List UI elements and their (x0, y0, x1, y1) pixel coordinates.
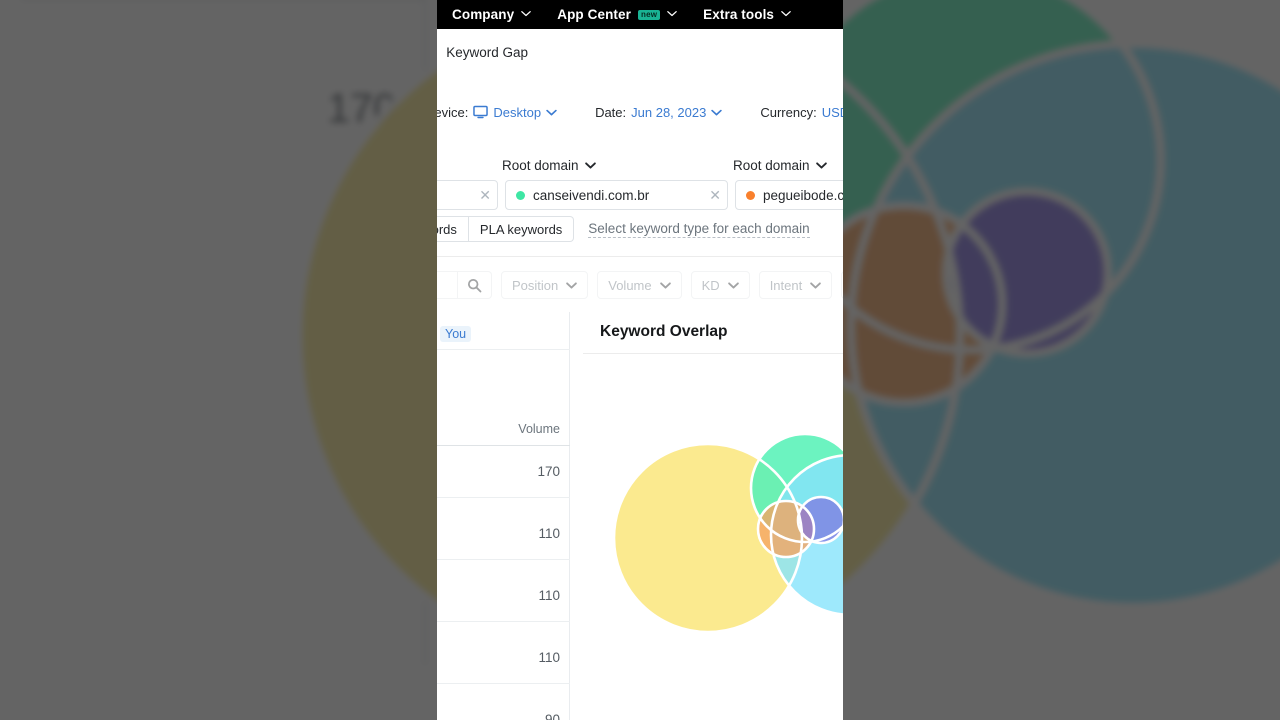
currency-selector[interactable]: Currency: USD (760, 105, 843, 120)
table-row: 170 (537, 464, 560, 479)
root-domain-selector-1[interactable]: Root domain (502, 158, 596, 173)
table-row: 110 (538, 588, 560, 603)
tab-organic-keywords[interactable]: keywords (437, 216, 469, 242)
chevron-down-icon (781, 10, 791, 20)
root-domain-label-1: Root domain (502, 158, 579, 173)
date-selector[interactable]: Date: Jun 28, 2023 (595, 104, 723, 120)
chevron-down-icon (521, 10, 532, 20)
domain-selector-row: Root domain Root domain .br ✕ canseivend… (437, 152, 843, 212)
screenshot-stage: Position Volume KD Intent (0, 0, 1280, 720)
chevron-down-icon (667, 10, 677, 20)
chevron-down-icon (584, 162, 596, 169)
tab-organic-keywords-label: keywords (437, 221, 457, 237)
domain-color-dot-green (516, 190, 525, 200)
domain-input-1[interactable]: canseivendi.com.br ✕ (505, 180, 728, 210)
keyword-type-hint[interactable]: Select keyword type for each domain (588, 220, 810, 238)
domain-color-dot-orange (746, 190, 755, 200)
chevron-down-icon (566, 281, 578, 289)
chevron-down-icon (815, 162, 827, 169)
domain-input-1-value: canseivendi.com.br (533, 187, 650, 203)
filter-kd[interactable]: KD (690, 271, 750, 299)
nav-item-app-center-label: App Center (557, 7, 631, 22)
breadcrumb: iew › Keyword Gap (437, 29, 843, 75)
nav-item-company[interactable]: Company (452, 7, 532, 22)
search-icon (467, 278, 482, 292)
close-icon[interactable]: ✕ (473, 187, 491, 204)
nav-item-extra-tools-label: Extra tools (703, 7, 775, 22)
domain-input-2-value: pegueibode.c (763, 187, 843, 203)
table-header-you[interactable]: You (440, 326, 472, 342)
date-label: Date: (595, 104, 627, 120)
device-label: Device: (437, 104, 469, 120)
chevron-down-icon (659, 281, 671, 289)
filter-volume[interactable]: Volume (597, 271, 682, 299)
filters-row: Position Volume KD Intent (437, 271, 843, 299)
nav-item-app-center[interactable]: App Center new (557, 7, 677, 22)
nav-item-extra-tools[interactable]: Extra tools (703, 7, 791, 22)
chevron-down-icon (727, 281, 739, 289)
table-row: 110 (538, 526, 560, 541)
chevron-down-icon (711, 109, 723, 116)
spotlight-overlay: Company App Center new Extra tools iew ›… (437, 0, 843, 720)
report-content: You Volume 170 110 110 110 90 Keyword Ov… (437, 312, 843, 720)
chevron-down-icon (546, 109, 557, 116)
table-header-volume[interactable]: Volume (518, 422, 560, 436)
filter-position-label: Position (512, 277, 559, 293)
venn-diagram[interactable] (583, 368, 843, 720)
root-domain-label-2: Root domain (733, 158, 810, 173)
filter-volume-label: Volume (608, 277, 652, 293)
keyword-table: You Volume 170 110 110 110 90 (437, 312, 570, 720)
divider (583, 353, 843, 354)
tab-pla-keywords[interactable]: PLA keywords (468, 216, 575, 242)
chevron-down-icon (810, 281, 822, 289)
keyword-overlap-card: Keyword Overlap (583, 312, 843, 720)
search-input[interactable] (437, 271, 458, 299)
filter-kd-label: KD (701, 277, 720, 293)
currency-value: USD (821, 104, 843, 120)
page-content: Company App Center new Extra tools iew ›… (437, 0, 843, 720)
filter-extra[interactable] (841, 271, 843, 299)
filter-position[interactable]: Position (501, 271, 589, 299)
tab-pla-keywords-label: PLA keywords (479, 221, 563, 237)
nav-item-company-label: Company (452, 7, 515, 22)
domain-input-2[interactable]: pegueibode.c (735, 180, 843, 210)
keyword-type-row: keywords PLA keywords Select keyword typ… (437, 216, 843, 242)
table-row: 90 (544, 712, 560, 720)
search-button[interactable] (458, 271, 492, 299)
date-value: Jun 28, 2023 (631, 104, 707, 120)
close-icon[interactable]: ✕ (703, 187, 721, 204)
breadcrumb-current: Keyword Gap (446, 44, 529, 60)
device-value: Desktop (493, 104, 542, 120)
filter-intent-label: Intent (769, 277, 803, 293)
table-row: 110 (538, 650, 560, 665)
currency-label: Currency: (760, 104, 817, 120)
keyword-overlap-title: Keyword Overlap (600, 323, 728, 340)
top-navigation-bar: Company App Center new Extra tools (437, 0, 843, 29)
filter-intent[interactable]: Intent (758, 271, 833, 299)
device-selector[interactable]: Device: Desktop (437, 105, 557, 120)
report-meta-row: Device: Desktop Date: Jun 28, 2023 Curre… (437, 96, 843, 128)
root-domain-selector-2[interactable]: Root domain (733, 158, 827, 173)
divider-below-keyword-type (437, 256, 843, 257)
new-badge: new (637, 9, 661, 20)
domain-input-0[interactable]: .br ✕ (437, 180, 498, 210)
monitor-icon (473, 105, 489, 119)
